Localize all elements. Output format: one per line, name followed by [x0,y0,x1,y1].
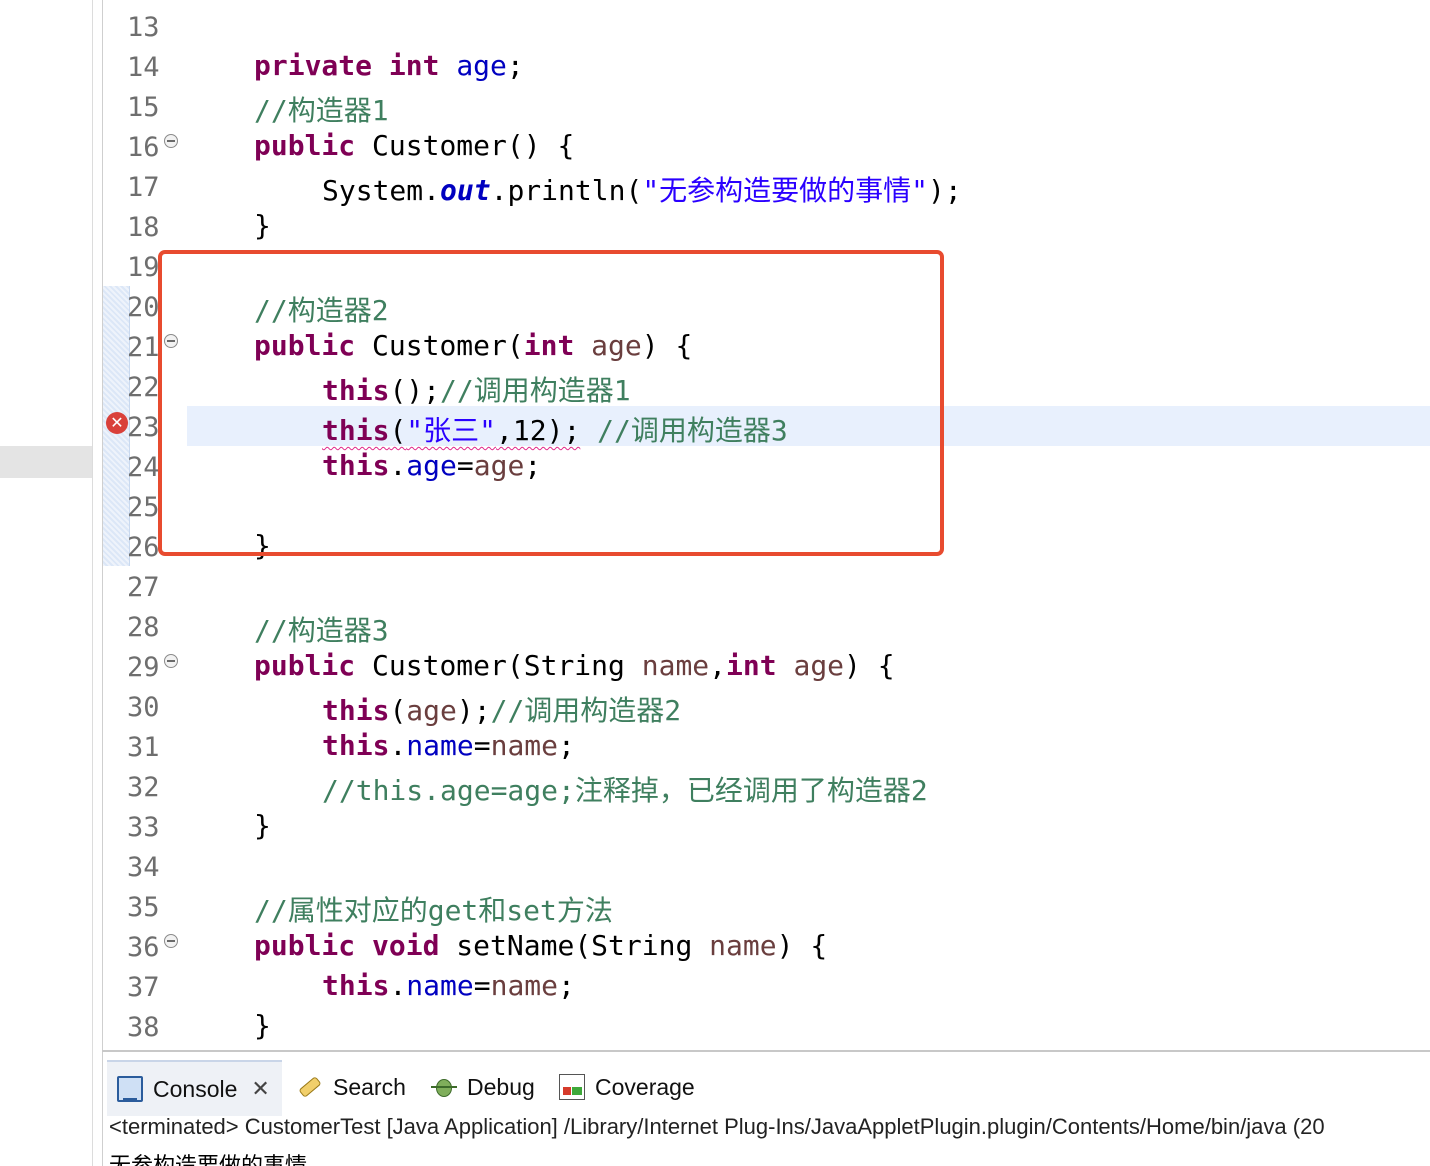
line-number: 32 [127,772,160,803]
line-number: 31 [127,732,160,763]
code-line[interactable]: 29 public Customer(String name,int age) … [103,646,1430,686]
code-text: private int age; [254,49,524,82]
line-number: 24 [127,452,160,483]
code-text: public Customer() { [254,129,575,162]
code-text: } [254,1009,271,1042]
code-line[interactable]: 34 [103,846,1430,886]
code-line[interactable]: 28 //构造器3 [103,606,1430,647]
line-number: 23 [127,412,160,443]
code-text: public Customer(String name,int age) { [254,649,895,682]
code-comment: //构造器1 [254,94,389,127]
code-line[interactable]: 15 //构造器1 [103,86,1430,127]
line-number: 17 [127,172,160,203]
line-number: 20 [127,292,160,323]
line-number: 30 [127,692,160,723]
panel-tab-bar: Console ✕ Search Debug Coverage [103,1060,1430,1116]
left-view-strip [0,0,92,1166]
line-number: 13 [127,12,160,43]
line-number: 36 [127,932,160,963]
code-line[interactable]: 37 this.name=name; [103,966,1430,1006]
console-icon [117,1076,143,1102]
line-number: 21 [127,332,160,363]
code-line[interactable]: 14 private int age; [103,46,1430,86]
close-icon[interactable]: ✕ [251,1077,269,1102]
code-line[interactable]: 27 [103,566,1430,606]
code-text: } [254,209,271,242]
debug-bug-icon [431,1074,457,1100]
tab-coverage[interactable]: Coverage [559,1060,695,1114]
line-number: 15 [127,92,160,123]
fold-collapse-icon[interactable] [164,654,178,668]
line-number: 38 [127,1012,160,1043]
console-output[interactable]: 无参构造要做的事情 [109,1148,307,1166]
line-number: 26 [127,532,160,563]
line-number: 18 [127,212,160,243]
tab-search-label: Search [333,1073,406,1100]
code-comment: //构造器3 [254,614,389,647]
tab-console[interactable]: Console ✕ [107,1060,282,1116]
line-number: 33 [127,812,160,843]
coverage-icon [559,1074,585,1100]
tab-debug-label: Debug [467,1073,535,1100]
line-number: 16 [127,132,160,163]
line-number: 27 [127,572,160,603]
code-comment: //属性对应的get和set方法 [254,894,613,927]
code-line[interactable]: 18 } [103,206,1430,246]
code-line[interactable]: 13 [103,6,1430,46]
line-number: 25 [127,492,160,523]
code-line[interactable]: 31 this.name=name; [103,726,1430,766]
search-icon [292,1069,329,1106]
line-number: 34 [127,852,160,883]
line-number: 29 [127,652,160,683]
tab-coverage-label: Coverage [595,1073,695,1100]
left-view-selection[interactable] [0,446,92,478]
line-number: 35 [127,892,160,923]
code-line[interactable]: 30 this(age);//调用构造器2 [103,686,1430,727]
code-line[interactable]: 35 //属性对应的get和set方法 [103,886,1430,927]
fold-collapse-icon[interactable] [164,934,178,948]
code-comment: //this.age=age;注释掉，已经调用了构造器2 [322,774,928,807]
code-text: this(age);//调用构造器2 [322,694,682,727]
code-text: System.out.println("无参构造要做的事情"); [322,174,962,207]
console-panel: Console ✕ Search Debug Coverage <termina… [102,1052,1430,1166]
line-number: 14 [127,52,160,83]
line-number: 22 [127,372,160,403]
code-line[interactable]: 17 System.out.println("无参构造要做的事情"); [103,166,1430,207]
error-icon[interactable]: ✕ [106,412,128,434]
code-line[interactable]: 38 } [103,1006,1430,1046]
line-number: 19 [127,252,160,283]
code-text: this.name=name; [322,969,575,1002]
line-number: 37 [127,972,160,1003]
code-line[interactable]: 32 //this.age=age;注释掉，已经调用了构造器2 [103,766,1430,807]
line-number: 28 [127,612,160,643]
console-status: <terminated> CustomerTest [Java Applicat… [109,1114,1325,1139]
code-line[interactable]: 16 public Customer() { [103,126,1430,166]
highlight-annotation-box [158,250,944,556]
code-text: } [254,809,271,842]
tab-debug[interactable]: Debug [431,1060,535,1114]
code-text: this.name=name; [322,729,575,762]
tab-search[interactable]: Search [297,1060,406,1114]
code-line[interactable]: 36 public void setName(String name) { [103,926,1430,966]
fold-collapse-icon[interactable] [164,134,178,148]
view-separator[interactable] [92,0,93,1166]
code-line[interactable]: 33 } [103,806,1430,846]
tab-console-label: Console [153,1075,238,1102]
code-text: public void setName(String name) { [254,929,828,962]
